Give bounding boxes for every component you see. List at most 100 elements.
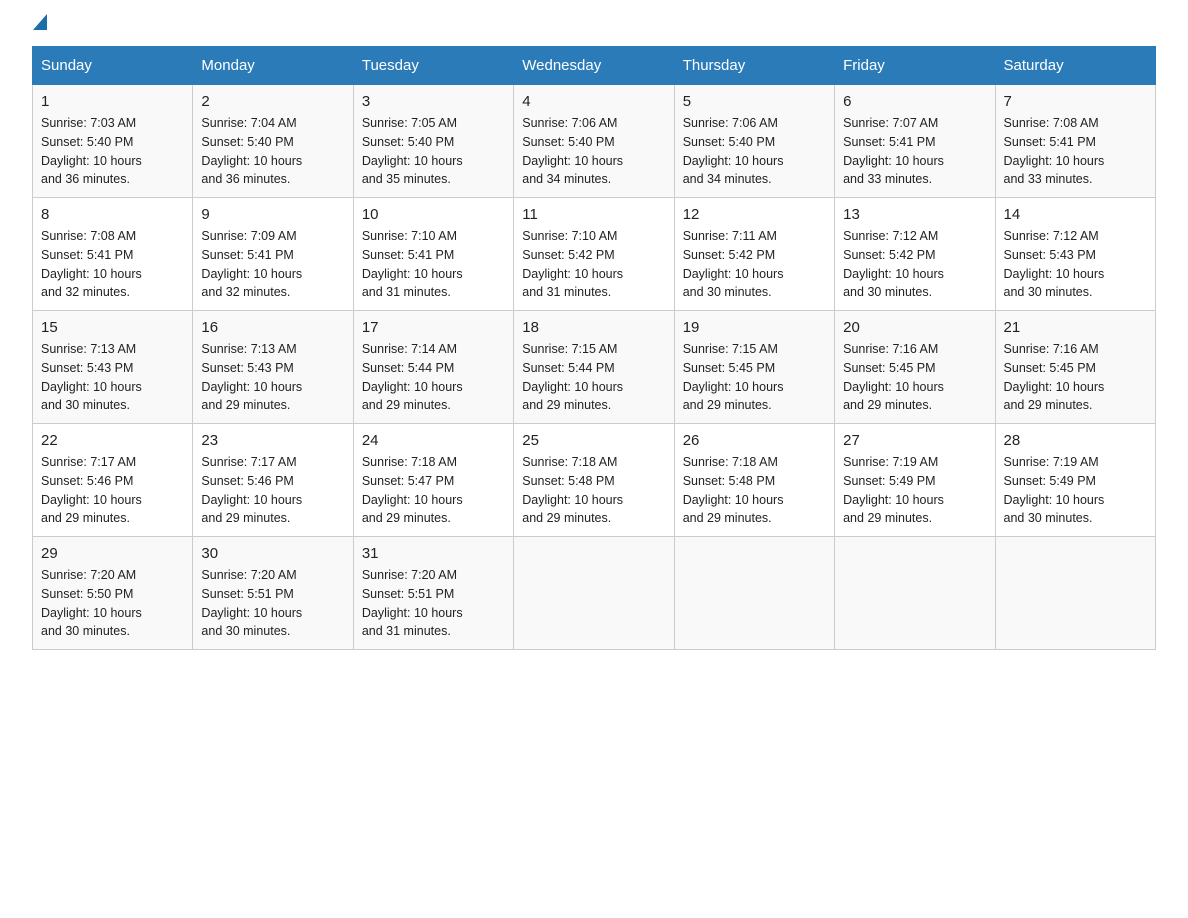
calendar-cell: 6 Sunrise: 7:07 AMSunset: 5:41 PMDayligh… [835, 85, 995, 198]
header-cell-thursday: Thursday [674, 47, 834, 85]
day-number: 4 [522, 93, 665, 110]
calendar-cell: 25 Sunrise: 7:18 AMSunset: 5:48 PMDaylig… [514, 424, 674, 537]
calendar-cell [835, 537, 995, 650]
calendar-cell [674, 537, 834, 650]
day-info: Sunrise: 7:18 AMSunset: 5:47 PMDaylight:… [362, 453, 505, 528]
day-number: 26 [683, 432, 826, 449]
day-number: 2 [201, 93, 344, 110]
calendar-cell: 15 Sunrise: 7:13 AMSunset: 5:43 PMDaylig… [33, 311, 193, 424]
day-number: 12 [683, 206, 826, 223]
day-number: 28 [1004, 432, 1147, 449]
day-number: 25 [522, 432, 665, 449]
calendar-cell: 1 Sunrise: 7:03 AMSunset: 5:40 PMDayligh… [33, 85, 193, 198]
calendar-cell: 9 Sunrise: 7:09 AMSunset: 5:41 PMDayligh… [193, 198, 353, 311]
day-number: 24 [362, 432, 505, 449]
day-info: Sunrise: 7:08 AMSunset: 5:41 PMDaylight:… [41, 227, 184, 302]
day-info: Sunrise: 7:05 AMSunset: 5:40 PMDaylight:… [362, 114, 505, 189]
day-info: Sunrise: 7:17 AMSunset: 5:46 PMDaylight:… [41, 453, 184, 528]
calendar-cell: 24 Sunrise: 7:18 AMSunset: 5:47 PMDaylig… [353, 424, 513, 537]
calendar-cell: 8 Sunrise: 7:08 AMSunset: 5:41 PMDayligh… [33, 198, 193, 311]
day-info: Sunrise: 7:13 AMSunset: 5:43 PMDaylight:… [41, 340, 184, 415]
calendar-cell: 22 Sunrise: 7:17 AMSunset: 5:46 PMDaylig… [33, 424, 193, 537]
day-number: 18 [522, 319, 665, 336]
calendar-cell: 16 Sunrise: 7:13 AMSunset: 5:43 PMDaylig… [193, 311, 353, 424]
day-info: Sunrise: 7:20 AMSunset: 5:51 PMDaylight:… [201, 566, 344, 641]
calendar-cell: 4 Sunrise: 7:06 AMSunset: 5:40 PMDayligh… [514, 85, 674, 198]
day-info: Sunrise: 7:16 AMSunset: 5:45 PMDaylight:… [843, 340, 986, 415]
calendar-cell: 11 Sunrise: 7:10 AMSunset: 5:42 PMDaylig… [514, 198, 674, 311]
calendar-cell: 14 Sunrise: 7:12 AMSunset: 5:43 PMDaylig… [995, 198, 1155, 311]
day-info: Sunrise: 7:12 AMSunset: 5:43 PMDaylight:… [1004, 227, 1147, 302]
day-number: 7 [1004, 93, 1147, 110]
day-number: 17 [362, 319, 505, 336]
day-info: Sunrise: 7:20 AMSunset: 5:51 PMDaylight:… [362, 566, 505, 641]
day-info: Sunrise: 7:13 AMSunset: 5:43 PMDaylight:… [201, 340, 344, 415]
day-info: Sunrise: 7:16 AMSunset: 5:45 PMDaylight:… [1004, 340, 1147, 415]
day-number: 31 [362, 545, 505, 562]
header-cell-monday: Monday [193, 47, 353, 85]
calendar-cell: 23 Sunrise: 7:17 AMSunset: 5:46 PMDaylig… [193, 424, 353, 537]
calendar-header: SundayMondayTuesdayWednesdayThursdayFrid… [33, 47, 1156, 85]
day-number: 16 [201, 319, 344, 336]
page-header [32, 24, 1156, 30]
day-info: Sunrise: 7:15 AMSunset: 5:44 PMDaylight:… [522, 340, 665, 415]
header-cell-sunday: Sunday [33, 47, 193, 85]
day-info: Sunrise: 7:04 AMSunset: 5:40 PMDaylight:… [201, 114, 344, 189]
day-info: Sunrise: 7:19 AMSunset: 5:49 PMDaylight:… [1004, 453, 1147, 528]
calendar-cell: 10 Sunrise: 7:10 AMSunset: 5:41 PMDaylig… [353, 198, 513, 311]
calendar-body: 1 Sunrise: 7:03 AMSunset: 5:40 PMDayligh… [33, 85, 1156, 650]
day-number: 15 [41, 319, 184, 336]
day-number: 10 [362, 206, 505, 223]
day-number: 1 [41, 93, 184, 110]
day-info: Sunrise: 7:14 AMSunset: 5:44 PMDaylight:… [362, 340, 505, 415]
day-info: Sunrise: 7:15 AMSunset: 5:45 PMDaylight:… [683, 340, 826, 415]
day-number: 22 [41, 432, 184, 449]
day-info: Sunrise: 7:18 AMSunset: 5:48 PMDaylight:… [522, 453, 665, 528]
calendar-cell: 20 Sunrise: 7:16 AMSunset: 5:45 PMDaylig… [835, 311, 995, 424]
day-number: 3 [362, 93, 505, 110]
day-number: 14 [1004, 206, 1147, 223]
day-number: 20 [843, 319, 986, 336]
calendar-cell: 27 Sunrise: 7:19 AMSunset: 5:49 PMDaylig… [835, 424, 995, 537]
calendar-table: SundayMondayTuesdayWednesdayThursdayFrid… [32, 46, 1156, 650]
header-cell-wednesday: Wednesday [514, 47, 674, 85]
calendar-row: 15 Sunrise: 7:13 AMSunset: 5:43 PMDaylig… [33, 311, 1156, 424]
day-number: 21 [1004, 319, 1147, 336]
day-info: Sunrise: 7:09 AMSunset: 5:41 PMDaylight:… [201, 227, 344, 302]
day-number: 11 [522, 206, 665, 223]
calendar-cell: 17 Sunrise: 7:14 AMSunset: 5:44 PMDaylig… [353, 311, 513, 424]
header-cell-saturday: Saturday [995, 47, 1155, 85]
day-info: Sunrise: 7:03 AMSunset: 5:40 PMDaylight:… [41, 114, 184, 189]
day-number: 9 [201, 206, 344, 223]
day-info: Sunrise: 7:08 AMSunset: 5:41 PMDaylight:… [1004, 114, 1147, 189]
calendar-cell [995, 537, 1155, 650]
day-info: Sunrise: 7:06 AMSunset: 5:40 PMDaylight:… [683, 114, 826, 189]
header-row: SundayMondayTuesdayWednesdayThursdayFrid… [33, 47, 1156, 85]
day-info: Sunrise: 7:11 AMSunset: 5:42 PMDaylight:… [683, 227, 826, 302]
calendar-cell [514, 537, 674, 650]
day-info: Sunrise: 7:06 AMSunset: 5:40 PMDaylight:… [522, 114, 665, 189]
calendar-cell: 7 Sunrise: 7:08 AMSunset: 5:41 PMDayligh… [995, 85, 1155, 198]
calendar-cell: 30 Sunrise: 7:20 AMSunset: 5:51 PMDaylig… [193, 537, 353, 650]
day-info: Sunrise: 7:12 AMSunset: 5:42 PMDaylight:… [843, 227, 986, 302]
calendar-row: 29 Sunrise: 7:20 AMSunset: 5:50 PMDaylig… [33, 537, 1156, 650]
calendar-cell: 29 Sunrise: 7:20 AMSunset: 5:50 PMDaylig… [33, 537, 193, 650]
day-info: Sunrise: 7:07 AMSunset: 5:41 PMDaylight:… [843, 114, 986, 189]
calendar-cell: 26 Sunrise: 7:18 AMSunset: 5:48 PMDaylig… [674, 424, 834, 537]
calendar-cell: 13 Sunrise: 7:12 AMSunset: 5:42 PMDaylig… [835, 198, 995, 311]
day-info: Sunrise: 7:19 AMSunset: 5:49 PMDaylight:… [843, 453, 986, 528]
calendar-cell: 3 Sunrise: 7:05 AMSunset: 5:40 PMDayligh… [353, 85, 513, 198]
day-number: 30 [201, 545, 344, 562]
logo[interactable] [32, 24, 47, 30]
header-cell-tuesday: Tuesday [353, 47, 513, 85]
day-number: 8 [41, 206, 184, 223]
calendar-cell: 21 Sunrise: 7:16 AMSunset: 5:45 PMDaylig… [995, 311, 1155, 424]
calendar-cell: 12 Sunrise: 7:11 AMSunset: 5:42 PMDaylig… [674, 198, 834, 311]
calendar-cell: 19 Sunrise: 7:15 AMSunset: 5:45 PMDaylig… [674, 311, 834, 424]
day-info: Sunrise: 7:18 AMSunset: 5:48 PMDaylight:… [683, 453, 826, 528]
calendar-cell: 28 Sunrise: 7:19 AMSunset: 5:49 PMDaylig… [995, 424, 1155, 537]
day-number: 13 [843, 206, 986, 223]
day-number: 23 [201, 432, 344, 449]
header-cell-friday: Friday [835, 47, 995, 85]
calendar-cell: 5 Sunrise: 7:06 AMSunset: 5:40 PMDayligh… [674, 85, 834, 198]
